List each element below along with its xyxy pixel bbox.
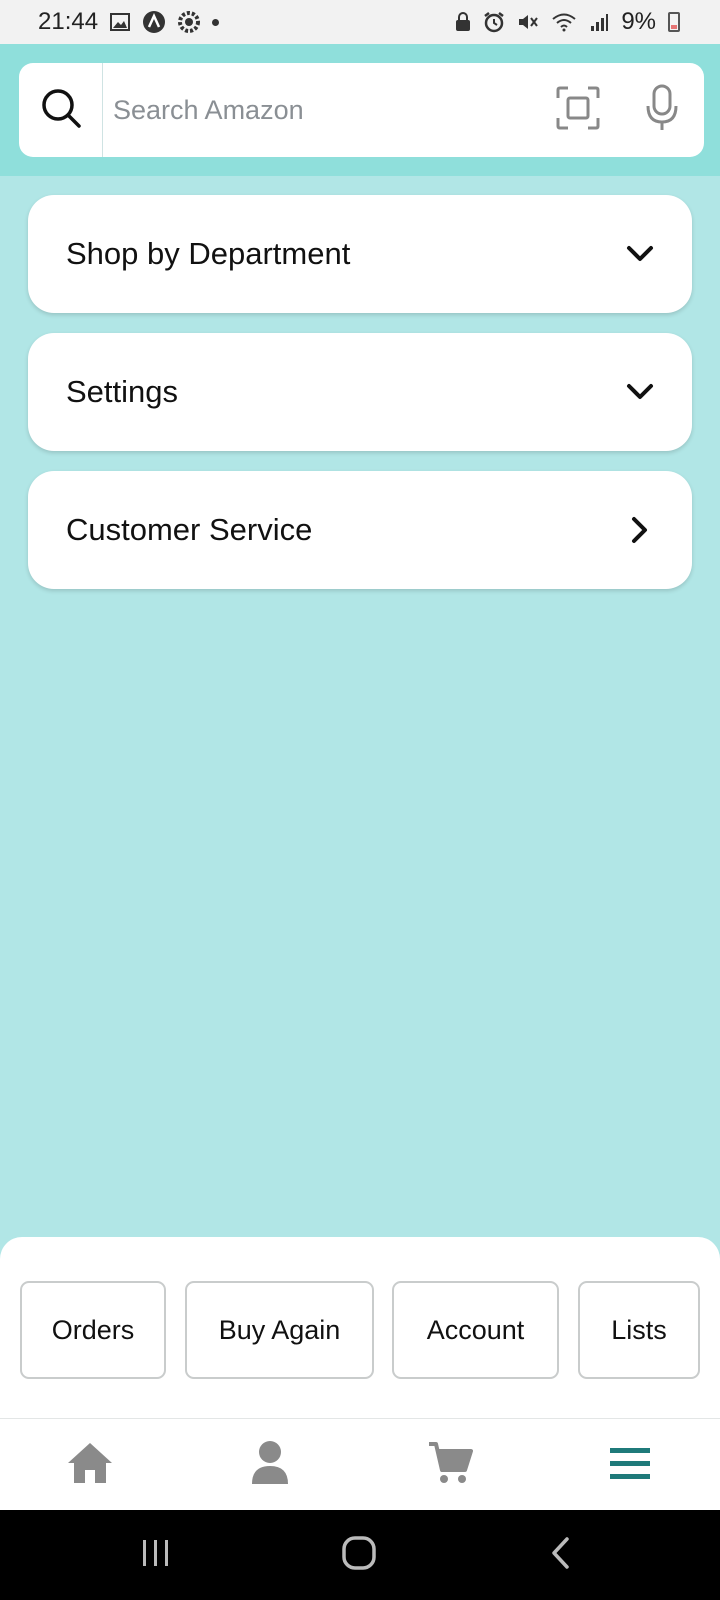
gallery-icon [110, 13, 131, 31]
battery-percentage: 9% [621, 8, 656, 35]
lock-icon [455, 12, 471, 32]
home-icon [66, 1441, 114, 1490]
nav-cart[interactable] [390, 1419, 510, 1511]
nav-menu[interactable] [570, 1419, 690, 1511]
back-icon [549, 1536, 571, 1575]
search-box [19, 63, 704, 157]
nav-account[interactable] [210, 1419, 330, 1511]
alarm-icon [483, 11, 505, 33]
battery-icon [668, 12, 680, 32]
home-button-icon [341, 1535, 377, 1576]
quick-links-sheet: Orders Buy Again Account Lists [0, 1237, 720, 1418]
status-bar-right: 9% [455, 8, 680, 36]
system-home-button[interactable] [309, 1510, 409, 1600]
status-bar: 21:44 9% [0, 0, 720, 44]
chevron-right-icon [624, 514, 656, 546]
search-button[interactable] [19, 63, 103, 157]
chevron-down-icon [624, 238, 656, 270]
orders-button[interactable]: Orders [20, 1281, 166, 1379]
menu-list: Shop by Department Settings Customer Ser… [28, 195, 692, 609]
chevron-down-icon [624, 376, 656, 408]
account-button-label: Account [426, 1314, 525, 1345]
cart-icon [427, 1440, 473, 1491]
menu-icon [609, 1446, 651, 1485]
wifi-icon [551, 12, 577, 32]
settings-gear-icon [178, 11, 201, 33]
buy-again-button-label: Buy Again [218, 1314, 341, 1345]
menu-item-customer-service[interactable]: Customer Service [28, 471, 692, 589]
menu-item-label: Shop by Department [66, 236, 351, 271]
status-bar-left: 21:44 [38, 8, 220, 36]
recents-icon [140, 1538, 172, 1573]
voice-search-button[interactable] [620, 63, 704, 157]
app-a-icon [142, 10, 166, 34]
account-button[interactable]: Account [392, 1281, 559, 1379]
menu-item-shop-by-department[interactable]: Shop by Department [28, 195, 692, 313]
lists-button-label: Lists [611, 1314, 667, 1345]
bottom-navigation [0, 1418, 720, 1510]
menu-item-label: Customer Service [66, 512, 313, 547]
dot-icon [212, 18, 220, 26]
search-header [0, 44, 720, 176]
nav-home[interactable] [30, 1419, 150, 1511]
status-time: 21:44 [38, 8, 99, 35]
menu-item-label: Settings [66, 374, 179, 409]
scan-icon [556, 86, 600, 135]
search-icon [40, 87, 82, 134]
back-button[interactable] [510, 1510, 610, 1600]
mute-icon [517, 12, 539, 32]
search-input[interactable] [103, 63, 536, 157]
orders-button-label: Orders [51, 1314, 135, 1345]
system-navigation-bar [0, 1510, 720, 1600]
buy-again-button[interactable]: Buy Again [185, 1281, 374, 1379]
menu-item-settings[interactable]: Settings [28, 333, 692, 451]
scan-button[interactable] [536, 63, 620, 157]
recents-button[interactable] [106, 1510, 206, 1600]
microphone-icon [645, 84, 679, 137]
signal-icon [589, 12, 609, 32]
lists-button[interactable]: Lists [578, 1281, 700, 1379]
account-icon [250, 1440, 290, 1491]
